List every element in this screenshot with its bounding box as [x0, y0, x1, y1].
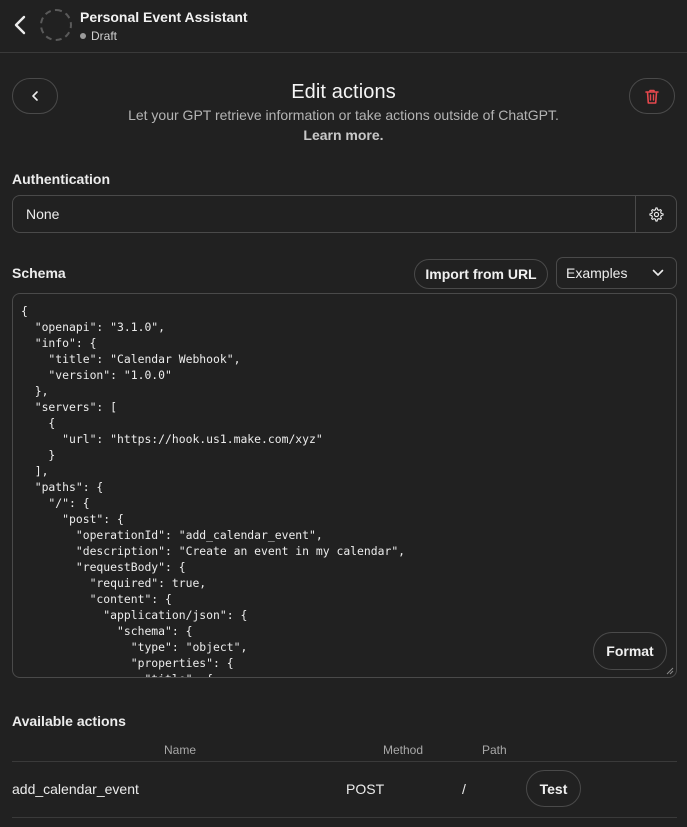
- top-bar: Personal Event Assistant Draft: [0, 0, 687, 53]
- action-method: POST: [346, 781, 385, 797]
- import-from-url-button[interactable]: Import from URL: [414, 259, 548, 289]
- gpt-avatar-placeholder[interactable]: [40, 9, 72, 41]
- test-action-button[interactable]: Test: [526, 770, 581, 807]
- format-button[interactable]: Format: [593, 632, 667, 670]
- action-path: /: [462, 781, 466, 797]
- schema-code[interactable]: { "openapi": "3.1.0", "info": { "title":…: [21, 303, 668, 677]
- table-divider: [12, 817, 677, 818]
- column-header-path: Path: [482, 743, 507, 757]
- authentication-value[interactable]: None: [13, 206, 635, 222]
- action-name: add_calendar_event: [12, 781, 139, 797]
- column-header-name: Name: [164, 743, 197, 757]
- learn-more-text[interactable]: Learn more.: [303, 127, 383, 143]
- trash-icon: [645, 89, 659, 104]
- delete-action-button[interactable]: [629, 78, 675, 114]
- examples-dropdown[interactable]: Examples: [556, 257, 677, 289]
- authentication-settings-button[interactable]: [635, 196, 676, 232]
- page-title: Edit actions: [291, 81, 396, 103]
- gpt-name: Personal Event Assistant: [80, 9, 248, 25]
- status-label: Draft: [91, 29, 118, 43]
- column-header-method: Method: [383, 743, 424, 757]
- chevron-down-icon: [652, 269, 664, 276]
- examples-dropdown-label: Examples: [566, 265, 628, 281]
- draft-status: Draft: [80, 29, 117, 43]
- authentication-label: Authentication: [12, 171, 110, 187]
- schema-editor[interactable]: { "openapi": "3.1.0", "info": { "title":…: [12, 293, 677, 678]
- table-divider: [12, 761, 677, 762]
- back-icon[interactable]: [8, 12, 32, 38]
- learn-more-link[interactable]: Learn more.: [0, 127, 687, 143]
- authentication-field[interactable]: None: [12, 195, 677, 233]
- page-subtitle: Let your GPT retrieve information or tak…: [128, 107, 559, 123]
- schema-label: Schema: [12, 265, 66, 281]
- resize-grip-icon[interactable]: [666, 667, 674, 675]
- available-actions-label: Available actions: [12, 713, 126, 729]
- gear-icon: [648, 206, 664, 222]
- status-dot-icon: [80, 33, 86, 39]
